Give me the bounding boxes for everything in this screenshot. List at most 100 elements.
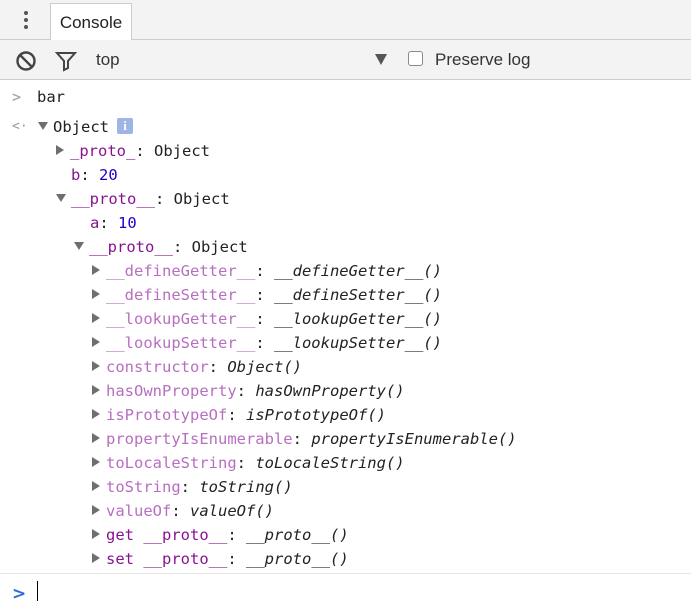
tree-row[interactable]: __lookupGetter__: __lookupGetter__() <box>92 307 442 331</box>
property-key: set __proto__ <box>106 550 228 568</box>
property-separator: : <box>173 238 192 256</box>
console-result: <· Object i <box>0 115 691 139</box>
expand-right-icon[interactable] <box>92 552 100 563</box>
tree-row[interactable]: toString: toString() <box>92 475 293 499</box>
tab-console[interactable]: Console <box>50 3 132 41</box>
tree-row[interactable]: constructor: Object() <box>92 355 302 379</box>
tree-row[interactable]: set __proto__: __proto__() <box>92 547 349 571</box>
expand-right-icon[interactable] <box>92 288 100 299</box>
console-toolbar: top Preserve log <box>0 40 691 80</box>
property-separator: : <box>255 262 274 280</box>
tree-row[interactable]: isPrototypeOf: isPrototypeOf() <box>92 403 386 427</box>
expand-down-icon[interactable] <box>56 193 66 202</box>
property-separator: : <box>135 142 154 160</box>
property-key: __defineSetter__ <box>106 286 256 304</box>
tree-row[interactable]: hasOwnProperty: hasOwnProperty() <box>92 379 405 403</box>
console-input[interactable] <box>40 580 684 606</box>
console-input-echo: > bar <box>0 85 691 109</box>
property-value: toLocaleString() <box>255 454 405 472</box>
property-separator: : <box>208 358 228 376</box>
property-value: toString() <box>199 478 293 496</box>
expand-right-icon[interactable] <box>92 456 100 467</box>
expand-right-icon[interactable] <box>92 360 100 371</box>
tab-strip: Console <box>0 0 691 41</box>
context-selector[interactable]: top <box>96 50 120 70</box>
property-value: Object <box>191 238 248 256</box>
property-key: b <box>71 166 81 184</box>
object-root-label: Object <box>53 118 109 136</box>
property-value: Object <box>173 190 230 208</box>
info-icon[interactable]: i <box>117 117 133 134</box>
expand-right-icon[interactable] <box>92 408 100 419</box>
expand-right-icon[interactable] <box>92 480 100 491</box>
property-key: __proto__ <box>89 238 173 256</box>
property-key: propertyIsEnumerable <box>106 430 293 448</box>
property-key: valueOf <box>106 502 172 520</box>
clear-console-icon[interactable] <box>15 50 37 72</box>
property-value: hasOwnProperty() <box>255 382 405 400</box>
property-separator: : <box>155 190 174 208</box>
property-value: __proto__() <box>246 526 349 544</box>
tree-row[interactable]: get __proto__: __proto__() <box>92 523 349 547</box>
property-key: toLocaleString <box>106 454 237 472</box>
property-separator: : <box>227 550 246 568</box>
object-node-root[interactable]: Object i <box>38 115 133 139</box>
property-value: 20 <box>99 166 118 184</box>
more-options-icon[interactable] <box>16 9 36 31</box>
tree-row[interactable]: propertyIsEnumerable: propertyIsEnumerab… <box>92 427 517 451</box>
expand-right-icon[interactable] <box>92 528 100 539</box>
expand-down-icon[interactable] <box>38 121 48 130</box>
tree-row[interactable]: __proto__: Object <box>74 235 248 259</box>
tree-row[interactable]: _proto_: Object <box>56 139 210 163</box>
console-prompt[interactable]: > <box>0 573 691 614</box>
property-separator: : <box>180 478 200 496</box>
property-value: valueOf() <box>190 502 274 520</box>
property-key: hasOwnProperty <box>106 382 237 400</box>
expand-right-icon[interactable] <box>92 264 100 275</box>
property-value: __defineGetter__() <box>273 262 442 280</box>
expand-down-icon[interactable] <box>74 241 84 250</box>
property-value: __lookupGetter__() <box>273 310 442 328</box>
property-value: __lookupSetter__() <box>273 334 442 352</box>
property-key: constructor <box>106 358 209 376</box>
preserve-log-checkbox[interactable] <box>408 51 423 66</box>
tree-row[interactable]: __defineSetter__: __defineSetter__() <box>92 283 442 307</box>
input-command-text: bar <box>37 88 65 106</box>
chevron-right-icon: > <box>12 88 22 106</box>
property-separator: : <box>99 214 119 232</box>
property-value: propertyIsEnumerable() <box>311 430 517 448</box>
console-output: > bar <· Object i _proto_: Object b: 20 _… <box>0 81 691 614</box>
property-separator: : <box>80 166 100 184</box>
expand-right-icon[interactable] <box>92 504 100 515</box>
text-caret <box>37 581 38 601</box>
property-separator: : <box>255 334 274 352</box>
tree-row[interactable]: __lookupSetter__: __lookupSetter__() <box>92 331 442 355</box>
property-key: isPrototypeOf <box>106 406 228 424</box>
expand-right-icon[interactable] <box>92 384 100 395</box>
tree-row[interactable]: valueOf: valueOf() <box>92 499 274 523</box>
tree-row: a: 10 <box>90 211 137 235</box>
chevron-down-icon[interactable] <box>375 54 387 65</box>
property-value: __defineSetter__() <box>273 286 442 304</box>
property-key: __lookupGetter__ <box>106 310 256 328</box>
expand-right-icon[interactable] <box>92 336 100 347</box>
property-value: 10 <box>118 214 137 232</box>
tree-row[interactable]: toLocaleString: toLocaleString() <box>92 451 405 475</box>
tree-row[interactable]: __proto__: Object <box>56 187 230 211</box>
property-separator: : <box>227 526 246 544</box>
property-key: __proto__ <box>71 190 155 208</box>
property-value: Object() <box>227 358 302 376</box>
result-arrow-icon: <· <box>12 119 28 134</box>
property-key: __defineGetter__ <box>106 262 256 280</box>
preserve-log-label: Preserve log <box>435 50 531 69</box>
expand-right-icon[interactable] <box>92 312 100 323</box>
tree-row[interactable]: __defineGetter__: __defineGetter__() <box>92 259 442 283</box>
property-separator: : <box>227 406 246 424</box>
filter-icon[interactable] <box>55 50 77 72</box>
property-value: Object <box>154 142 210 160</box>
expand-right-icon[interactable] <box>56 144 64 155</box>
expand-right-icon[interactable] <box>92 432 100 443</box>
property-separator: : <box>171 502 190 520</box>
property-separator: : <box>236 454 256 472</box>
property-key: __lookupSetter__ <box>106 334 256 352</box>
